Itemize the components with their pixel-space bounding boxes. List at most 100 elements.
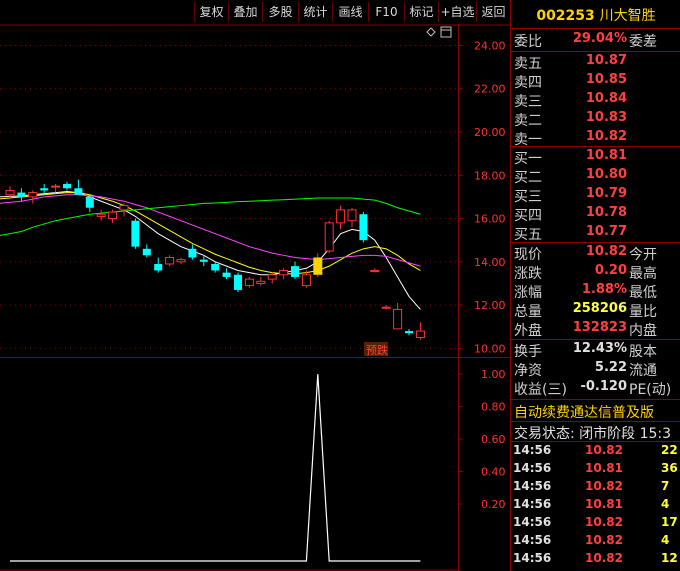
tick-row: 14:56 10.82 17: [511, 515, 680, 533]
indicator-series: [10, 374, 421, 562]
y-tick-label: 22.00: [474, 83, 506, 96]
stat-row: 涨跌 0.20 最高: [511, 263, 680, 282]
stat-row-label: 总量: [514, 304, 542, 320]
bid-row-label: 买四: [514, 208, 542, 224]
candle-body: [85, 196, 94, 208]
tick-row: 14:56 10.82 22: [511, 443, 680, 461]
tick-time: 14:56: [513, 461, 552, 475]
bid-row: 买三 10.79: [511, 186, 680, 205]
stat-row-label2: 量比: [629, 304, 657, 320]
main-grid: [0, 44, 458, 349]
predicted-fall-marker: 预跌: [366, 343, 388, 357]
candle-body: [199, 259, 208, 262]
candle-body: [347, 209, 357, 222]
moving-average-lines: [0, 190, 421, 310]
diamond-icon[interactable]: [426, 27, 436, 37]
stock-code: 002253: [536, 8, 595, 24]
bid-row-label: 买三: [514, 189, 542, 205]
fin-row-label: 收益(三): [514, 382, 567, 398]
chart-toolbar: 复权 叠加 多股 统计 画线 F10 标记 +自选 返回: [0, 0, 510, 24]
add-watchlist-button[interactable]: +自选: [438, 2, 476, 22]
draw-line-button[interactable]: 画线: [332, 2, 368, 22]
mark-button[interactable]: 标记: [404, 2, 438, 22]
tick-volume: 4: [661, 497, 670, 511]
tick-time: 14:56: [513, 515, 552, 529]
ask-row: 卖五 10.87: [511, 53, 680, 72]
candle-body: [336, 209, 346, 224]
tick-price: 10.81: [585, 497, 623, 511]
ask-row-value: 10.84: [585, 91, 627, 106]
y-tick-label: 0.60: [481, 433, 506, 446]
candle-body: [415, 330, 425, 339]
statistics-button[interactable]: 统计: [298, 2, 332, 22]
y-tick-label: 18.00: [474, 169, 506, 182]
tick-row: 14:56 10.82 7: [511, 479, 680, 497]
candle-body: [165, 256, 175, 265]
tick-price: 10.82: [585, 515, 623, 529]
candle-body: [393, 308, 403, 330]
tick-row: 14:56 10.81 36: [511, 461, 680, 479]
ask-row-label: 卖三: [514, 94, 542, 110]
kline-chart-area[interactable]: 24.00 22.00 20.00 18.00 16.00 14.00 12.00 10.00…: [0, 24, 510, 571]
stock-name: 川大智胜: [599, 8, 656, 24]
window-icon[interactable]: [440, 26, 452, 38]
tick-time: 14:56: [513, 551, 552, 565]
bid-row: 买二 10.80: [511, 167, 680, 186]
stat-row-label: 现价: [514, 247, 542, 263]
divider: [511, 339, 680, 340]
candle-body: [381, 306, 391, 309]
stat-row-label2: 最低: [629, 285, 657, 301]
stat-row: 涨幅 1.88% 最低: [511, 282, 680, 301]
tick-price: 10.82: [585, 479, 623, 493]
candle-body: [359, 214, 368, 241]
stat-row-label: 涨幅: [514, 285, 542, 301]
ask-row: 卖三 10.84: [511, 91, 680, 110]
indicator-line: [10, 374, 421, 562]
candle-body: [119, 205, 129, 211]
candle-body: [51, 185, 61, 188]
candle-body: [222, 272, 231, 277]
candle-body: [370, 269, 380, 272]
back-button[interactable]: 返回: [476, 2, 510, 22]
candle-body: [96, 213, 106, 217]
weibi-value: 29.04%: [572, 31, 627, 46]
fin-row: 净资 5.22 流通: [511, 360, 680, 379]
fin-row-value: 12.43%: [572, 341, 627, 356]
candle-body: [40, 188, 49, 191]
tick-price: 10.82: [585, 533, 623, 547]
divider: [511, 399, 680, 400]
bid-row-value: 10.80: [585, 167, 627, 182]
y-tick-label: 10.00: [474, 342, 506, 355]
tick-time: 14:56: [513, 479, 552, 493]
fuquan-button[interactable]: 复权: [194, 2, 228, 22]
y-tick-label: 14.00: [474, 256, 506, 269]
stat-row: 总量 258206 量比: [511, 301, 680, 320]
candle-body: [28, 192, 38, 198]
bid-row-value: 10.81: [585, 148, 627, 163]
bid-row-label: 买五: [514, 227, 542, 243]
f10-button[interactable]: F10: [368, 2, 404, 22]
candle-body: [405, 331, 413, 334]
fin-row: 收益(三) -0.120 PE(动): [511, 379, 680, 398]
divider: [511, 242, 680, 243]
ask-row: 卖二 10.83: [511, 110, 680, 129]
divider: [511, 441, 680, 442]
weicha-label: 委差: [629, 34, 657, 50]
bid-row-label: 买二: [514, 170, 542, 186]
tick-row: 14:56 10.82 12: [511, 551, 680, 569]
tick-volume: 7: [661, 479, 670, 493]
stat-row-value: 258206: [572, 301, 627, 316]
divider: [511, 28, 680, 29]
multi-stock-button[interactable]: 多股: [262, 2, 298, 22]
candle-body: [131, 220, 140, 247]
overlay-button[interactable]: 叠加: [228, 2, 262, 22]
y-tick-label: 12.00: [474, 299, 506, 312]
tick-volume: 36: [661, 461, 678, 475]
stat-row-label2: 内盘: [629, 323, 657, 339]
ad-link[interactable]: 自动续费通达信普及版: [514, 402, 654, 422]
tick-volume: 17: [661, 515, 678, 529]
fin-row-label: 净资: [514, 363, 542, 379]
stat-row-value: 0.20: [594, 263, 627, 278]
fin-row-label2: 流通: [629, 363, 657, 379]
stat-row: 现价 10.82 今开: [511, 244, 680, 263]
